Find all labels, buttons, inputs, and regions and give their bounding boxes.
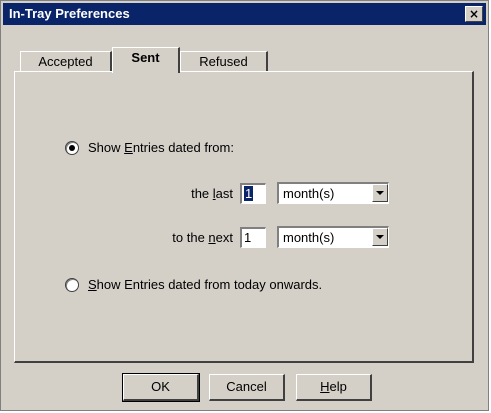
tab-refused[interactable]: Refused [180,51,268,73]
radio-button-dated-from[interactable] [65,140,79,155]
help-button[interactable]: Help [296,374,372,401]
dialog-window: In-Tray Preferences × Accepted Sent Refu… [0,0,489,411]
tab-accepted-label: Accepted [38,54,93,69]
next-unit-select[interactable]: month(s) [277,226,389,248]
close-icon: × [468,7,480,21]
next-label: to the next [172,230,233,245]
next-count-input[interactable]: 1 [240,227,266,248]
radio-dated-from-label: Show Entries dated from: [88,140,234,155]
dropdown-arrow-icon[interactable] [372,184,388,202]
last-label: the last [191,186,233,201]
tab-refused-label: Refused [199,54,248,69]
radio-dated-from[interactable]: Show Entries dated from: [65,140,234,155]
close-button[interactable]: × [465,6,483,22]
window-title: In-Tray Preferences [9,6,130,21]
radio-button-onwards[interactable] [65,277,79,292]
ok-button-label: OK [151,379,170,394]
cancel-button[interactable]: Cancel [209,374,285,401]
last-unit-value: month(s) [283,186,335,201]
last-unit-select[interactable]: month(s) [277,182,389,204]
tab-sent-label: Sent [131,50,160,65]
next-unit-value: month(s) [283,230,335,245]
cancel-button-label: Cancel [226,379,267,394]
tab-sent[interactable]: Sent [112,47,180,73]
last-count-input[interactable]: 1 [240,183,266,204]
tab-accepted[interactable]: Accepted [20,51,112,73]
radio-onwards-label: Show Entries dated from today onwards. [88,277,323,292]
dropdown-arrow-icon[interactable] [372,228,388,246]
radio-onwards[interactable]: Show Entries dated from today onwards. [65,277,322,292]
tab-panel-sent: Show Entries dated from: the last 1 mont… [14,71,474,363]
help-button-label: Help [320,379,347,394]
ok-button[interactable]: OK [122,373,200,402]
title-bar: In-Tray Preferences × [3,3,486,25]
